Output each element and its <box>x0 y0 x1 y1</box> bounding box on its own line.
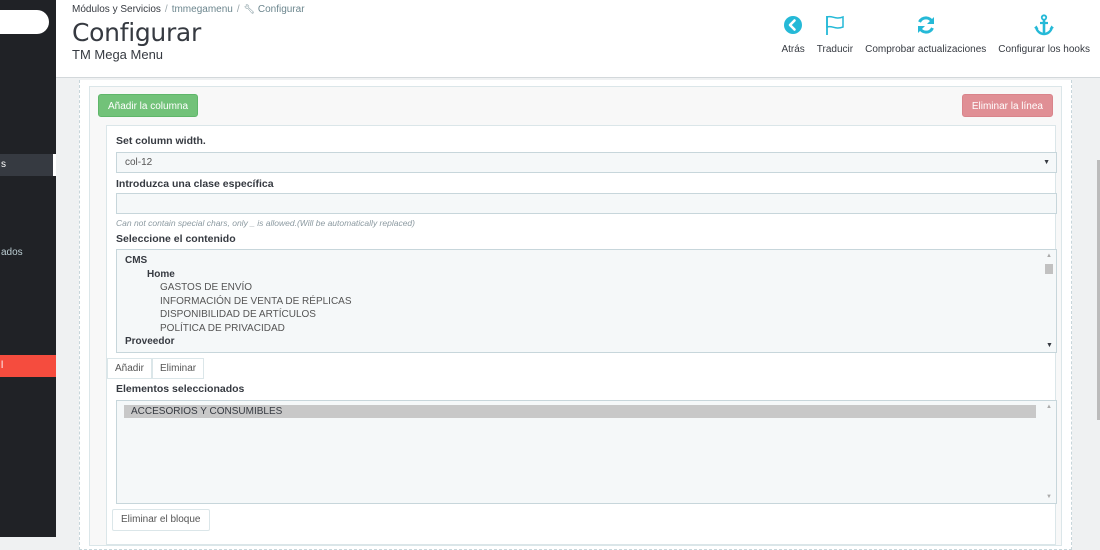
page-title: Configurar <box>72 18 201 47</box>
content-available-list[interactable]: CMS Home GASTOS DE ENVÍO INFORMACIÓN DE … <box>116 249 1057 353</box>
selected-items-label: Elementos seleccionados <box>116 383 245 395</box>
content-label: Seleccione el contenido <box>116 233 236 245</box>
class-label: Introduzca una clase específica <box>116 178 274 190</box>
list-item[interactable]: Home <box>117 268 1056 282</box>
column-width-select[interactable]: col-12 ▼ <box>116 152 1057 173</box>
configure-hooks-button[interactable]: Configurar los hooks <box>998 14 1090 55</box>
breadcrumb-item[interactable]: tmmegamenu <box>172 4 233 15</box>
back-circle-icon <box>784 16 803 34</box>
list-item[interactable]: DISPONIBILIDAD DE ARTÍCULOS <box>117 308 1056 322</box>
class-input[interactable] <box>116 193 1057 214</box>
selected-list-scrollbar[interactable]: ▲ ▼ <box>1042 401 1056 503</box>
scroll-down-icon[interactable]: ▼ <box>1046 342 1053 349</box>
translate-button[interactable]: Traducir <box>817 14 853 55</box>
delete-line-button[interactable]: Eliminar la línea <box>961 94 1053 117</box>
scroll-down-icon[interactable]: ▼ <box>1046 494 1052 500</box>
list-scrollbar[interactable]: ▲ ▼ <box>1042 250 1056 352</box>
configure-hooks-label: Configurar los hooks <box>998 44 1090 55</box>
menu-column: Set column width. col-12 ▼ Introduzca un… <box>106 125 1057 545</box>
breadcrumb-current: Configurar <box>257 4 305 15</box>
breadcrumb-item[interactable]: Módulos y Servicios <box>72 4 161 15</box>
column-width-value: col-12 <box>125 157 153 168</box>
remove-content-button[interactable]: Eliminar <box>152 358 205 379</box>
sidebar-item-highlighted[interactable]: l <box>0 355 56 377</box>
list-item[interactable]: GASTOS DE ENVÍO <box>117 281 1056 295</box>
selected-list-item[interactable]: ACCESORIOS Y CONSUMIBLES <box>124 405 1036 418</box>
list-item[interactable]: CMS <box>117 254 1056 268</box>
scroll-up-icon[interactable]: ▲ <box>1046 253 1052 259</box>
breadcrumb-separator: / <box>236 4 240 15</box>
menu-content-panel: Añadir la columna Eliminar la línea Set … <box>79 80 1072 550</box>
page-header: Módulos y Servicios / tmmegamenu / 🔧︎ Config… <box>56 0 1100 78</box>
breadcrumb: Módulos y Servicios / tmmegamenu / 🔧︎ Config… <box>72 4 305 15</box>
menu-row: Añadir la columna Eliminar la línea Set … <box>89 86 1062 546</box>
sidebar-item[interactable]: ados <box>0 242 56 264</box>
breadcrumb-separator: / <box>164 4 168 15</box>
scroll-thumb[interactable] <box>1045 264 1053 274</box>
column-width-label: Set column width. <box>116 135 206 147</box>
class-help-text: Can not contain special chars, only _ is… <box>116 218 415 228</box>
sidebar-search-input[interactable] <box>0 10 49 34</box>
toolbar: Atrás Traducir Comprobar actualizaciones <box>769 14 1100 55</box>
page-subtitle: TM Mega Menu <box>72 47 164 62</box>
refresh-icon <box>917 16 934 34</box>
list-item[interactable]: Proveedor <box>117 335 1056 349</box>
check-updates-button[interactable]: Comprobar actualizaciones <box>865 14 986 55</box>
sidebar: s ados l <box>0 0 56 537</box>
translate-label: Traducir <box>816 44 854 55</box>
caret-down-icon: ▼ <box>1043 159 1050 166</box>
list-item[interactable]: POLÍTICA DE PRIVACIDAD <box>117 322 1056 336</box>
add-column-button[interactable]: Añadir la columna <box>98 94 199 117</box>
delete-block-button[interactable]: Eliminar el bloque <box>112 509 210 531</box>
flag-icon <box>826 15 844 35</box>
sidebar-item-current[interactable]: s <box>0 154 56 176</box>
back-button[interactable]: Atrás <box>781 14 805 55</box>
add-content-button[interactable]: Añadir <box>107 358 152 379</box>
scroll-up-icon[interactable]: ▲ <box>1046 404 1052 410</box>
anchor-icon <box>1034 14 1055 36</box>
back-label: Atrás <box>781 44 805 55</box>
check-updates-label: Comprobar actualizaciones <box>865 44 987 55</box>
wrench-icon: 🔧︎ <box>243 4 256 14</box>
selected-items-list[interactable]: ACCESORIOS Y CONSUMIBLES ▲ ▼ <box>116 400 1057 504</box>
list-item[interactable]: INFORMACIÓN DE VENTA DE RÉPLICAS <box>117 295 1056 309</box>
